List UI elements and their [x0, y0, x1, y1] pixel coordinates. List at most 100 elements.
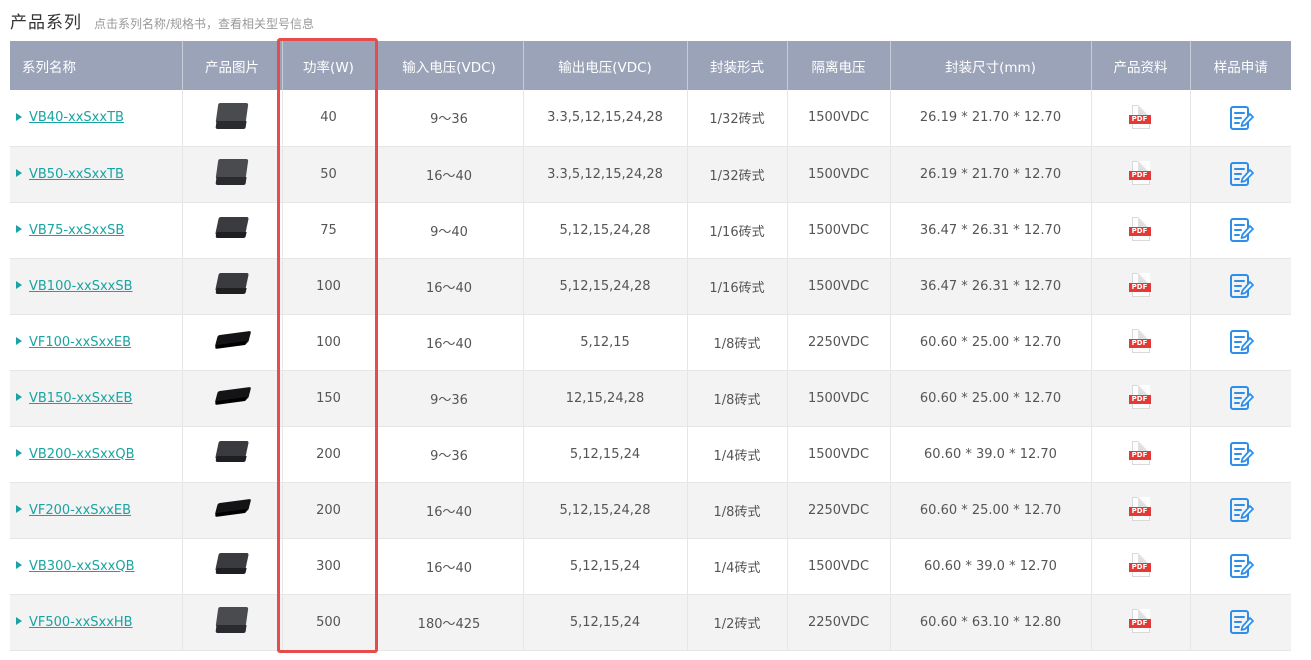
power-cell: 100	[282, 314, 376, 371]
edit-document-icon[interactable]	[1227, 328, 1255, 356]
isolation-voltage-cell: 2250VDC	[787, 594, 891, 651]
package-type-cell: 1/4砖式	[687, 426, 788, 483]
series-name-link[interactable]: VB40-xxSxxTB	[29, 110, 124, 125]
edit-document-icon[interactable]	[1227, 216, 1255, 244]
table-row: VB300-xxSxxQB 300 16～40 5,12,15,24 1/4砖式…	[10, 538, 1291, 595]
series-name-link[interactable]: VB200-xxSxxQB	[29, 447, 135, 462]
input-voltage-cell: 16～40	[375, 258, 524, 315]
output-voltage-cell: 5,12,15,24	[523, 594, 688, 651]
series-name-link[interactable]: VB300-xxSxxQB	[29, 559, 135, 574]
package-size-cell: 26.19 * 21.70 * 12.70	[890, 146, 1092, 203]
output-voltage-cell: 5,12,15,24	[523, 426, 688, 483]
column-header: 封装形式	[687, 41, 788, 90]
product-image[interactable]	[214, 607, 250, 633]
series-name-cell: VF500-xxSxxHB	[10, 594, 183, 651]
pdf-icon[interactable]: PDF	[1128, 609, 1153, 635]
package-size-cell: 36.47 * 26.31 * 12.70	[890, 258, 1092, 315]
product-image-cell	[182, 594, 283, 651]
power-cell: 100	[282, 258, 376, 315]
sample-request-cell	[1190, 202, 1291, 259]
package-size-cell: 60.60 * 25.00 * 12.70	[890, 370, 1092, 427]
product-image[interactable]	[214, 159, 250, 185]
triangle-right-icon	[16, 561, 22, 569]
isolation-voltage-cell: 1500VDC	[787, 90, 891, 147]
pdf-label: PDF	[1128, 395, 1151, 404]
output-voltage-cell: 5,12,15,24,28	[523, 258, 688, 315]
package-size-cell: 60.60 * 25.00 * 12.70	[890, 314, 1092, 371]
pdf-icon[interactable]: PDF	[1128, 329, 1153, 355]
series-name-link[interactable]: VB100-xxSxxSB	[29, 279, 133, 294]
edit-document-icon[interactable]	[1227, 608, 1255, 636]
pdf-icon[interactable]: PDF	[1128, 385, 1153, 411]
pdf-label: PDF	[1128, 283, 1151, 292]
triangle-right-icon	[16, 617, 22, 625]
product-image[interactable]	[214, 102, 250, 129]
product-image[interactable]	[214, 215, 250, 241]
edit-document-icon[interactable]	[1227, 552, 1255, 580]
series-name-cell: VB150-xxSxxEB	[10, 370, 183, 427]
product-image-cell	[182, 538, 283, 595]
series-name-link[interactable]: VB50-xxSxxTB	[29, 167, 124, 182]
power-cell: 200	[282, 426, 376, 483]
isolation-voltage-cell: 1500VDC	[787, 426, 891, 483]
package-size-cell: 60.60 * 25.00 * 12.70	[890, 482, 1092, 539]
series-name-link[interactable]: VF100-xxSxxEB	[29, 335, 131, 350]
isolation-voltage-cell: 1500VDC	[787, 370, 891, 427]
output-voltage-cell: 5,12,15,24	[523, 538, 688, 595]
isolation-voltage-cell: 2250VDC	[787, 314, 891, 371]
product-image[interactable]	[214, 271, 250, 297]
product-image[interactable]	[214, 439, 250, 465]
column-header: 产品图片	[182, 41, 283, 90]
package-type-cell: 1/8砖式	[687, 370, 788, 427]
edit-document-icon[interactable]	[1227, 160, 1255, 188]
package-size-cell: 26.19 * 21.70 * 12.70	[890, 90, 1092, 147]
datasheet-cell: PDF	[1091, 90, 1191, 147]
product-image[interactable]	[214, 495, 252, 521]
edit-document-icon[interactable]	[1227, 384, 1255, 412]
page-header: 产品系列 点击系列名称/规格书，查看相关型号信息	[10, 8, 315, 33]
datasheet-cell: PDF	[1091, 370, 1191, 427]
product-image-cell	[182, 314, 283, 371]
edit-document-icon[interactable]	[1227, 440, 1255, 468]
pdf-label: PDF	[1128, 339, 1151, 348]
series-name-link[interactable]: VF500-xxSxxHB	[29, 615, 133, 630]
package-type-cell: 1/16砖式	[687, 202, 788, 259]
page-hint: 点击系列名称/规格书，查看相关型号信息	[94, 17, 315, 31]
product-image-cell	[182, 482, 283, 539]
output-voltage-cell: 3.3,5,12,15,24,28	[523, 146, 688, 203]
pdf-icon[interactable]: PDF	[1128, 273, 1153, 299]
series-name-cell: VF200-xxSxxEB	[10, 482, 183, 539]
output-voltage-cell: 12,15,24,28	[523, 370, 688, 427]
series-name-link[interactable]: VF200-xxSxxEB	[29, 503, 131, 518]
product-image[interactable]	[214, 383, 252, 409]
power-cell: 300	[282, 538, 376, 595]
product-image[interactable]	[214, 327, 252, 353]
column-header: 输入电压(VDC)	[375, 41, 524, 90]
table-row: VB150-xxSxxEB 150 9～36 12,15,24,28 1/8砖式…	[10, 370, 1291, 427]
product-image[interactable]	[214, 551, 250, 577]
edit-document-icon[interactable]	[1227, 272, 1255, 300]
pdf-icon[interactable]: PDF	[1128, 104, 1153, 131]
triangle-right-icon	[16, 112, 22, 121]
datasheet-cell: PDF	[1091, 538, 1191, 595]
pdf-label: PDF	[1128, 507, 1151, 516]
table-row: VB100-xxSxxSB 100 16～40 5,12,15,24,28 1/…	[10, 258, 1291, 315]
pdf-icon[interactable]: PDF	[1128, 497, 1153, 523]
pdf-icon[interactable]: PDF	[1128, 553, 1153, 579]
edit-document-icon[interactable]	[1227, 496, 1255, 524]
product-series-table: 系列名称 产品图片 功率(W) 输入电压(VDC) 输出电压(VDC) 封装形式…	[10, 41, 1291, 651]
table-row: VB40-xxSxxTB 40 9～36 3.3,5,12,15,24,28 1…	[10, 90, 1291, 147]
edit-document-icon[interactable]	[1227, 104, 1255, 132]
series-name-cell: VB200-xxSxxQB	[10, 426, 183, 483]
pdf-icon[interactable]: PDF	[1128, 161, 1153, 187]
package-size-cell: 60.60 * 63.10 * 12.80	[890, 594, 1092, 651]
power-cell: 40	[282, 90, 376, 147]
power-cell: 500	[282, 594, 376, 651]
pdf-icon[interactable]: PDF	[1128, 441, 1153, 467]
series-name-link[interactable]: VB75-xxSxxSB	[29, 223, 124, 238]
isolation-voltage-cell: 1500VDC	[787, 538, 891, 595]
series-name-link[interactable]: VB150-xxSxxEB	[29, 391, 132, 406]
column-header: 封装尺寸(mm)	[890, 41, 1092, 90]
pdf-icon[interactable]: PDF	[1128, 217, 1153, 243]
triangle-right-icon	[16, 281, 22, 289]
